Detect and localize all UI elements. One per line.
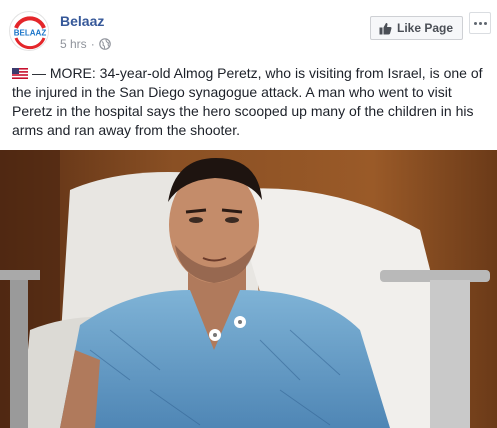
like-page-button[interactable]: Like Page [370,16,463,40]
hospital-patient-photo [0,150,497,428]
post-body: — MORE: 34-year-old Almog Peretz, who is… [12,65,483,138]
facebook-post: BELAAZ Belaaz 5 hrs · Like Page — MORE: … [0,0,497,428]
more-options-icon[interactable] [469,12,491,34]
page-name-link[interactable]: Belaaz [60,13,104,29]
meta-separator: · [90,37,95,51]
thumbs-up-icon [379,22,392,34]
logo-text: BELAAZ [14,29,47,38]
post-meta: 5 hrs · [60,37,111,51]
us-flag-icon [12,68,28,79]
post-photo[interactable] [0,150,497,428]
like-page-label: Like Page [397,21,454,35]
post-text: — MORE: 34-year-old Almog Peretz, who is… [12,64,492,140]
globe-icon[interactable] [98,38,111,50]
belaaz-logo-icon: BELAAZ [11,13,48,50]
page-avatar[interactable]: BELAAZ [9,11,49,51]
post-timestamp[interactable]: 5 hrs [60,37,87,51]
